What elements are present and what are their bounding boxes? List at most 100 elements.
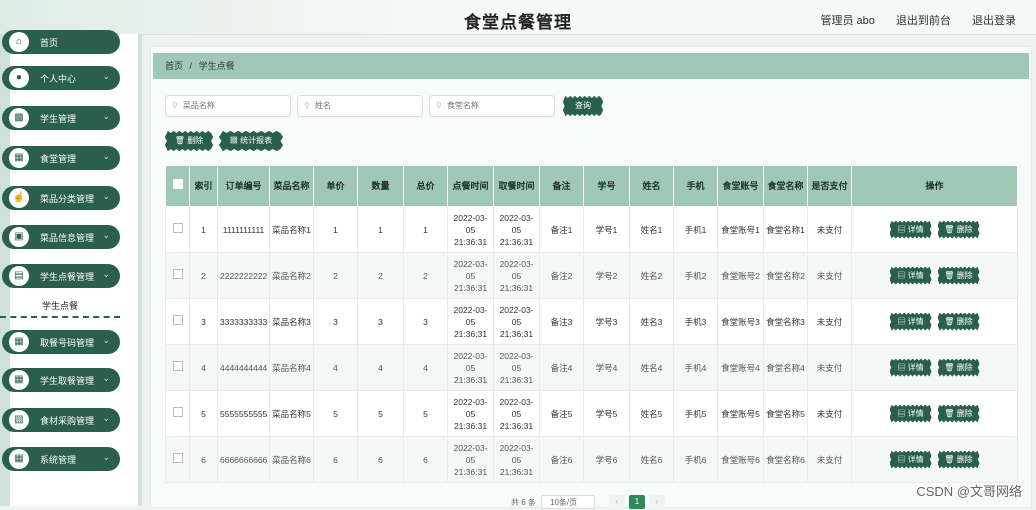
submenu-student-order[interactable]: 学生点餐 <box>0 296 120 318</box>
column-header: 食堂名称 <box>763 165 808 207</box>
detail-button[interactable]: ▤ 详情 <box>889 266 932 285</box>
table-cell: 2022-03-05 21:36:31 <box>493 298 540 345</box>
row-delete-label: 删除 <box>956 316 973 326</box>
grid-icon: ▦ <box>9 370 29 390</box>
column-header: 订单编号 <box>217 165 270 207</box>
query-button[interactable]: 查询 <box>563 96 603 116</box>
row-delete-label: 删除 <box>956 270 973 280</box>
sidebar-item-5[interactable]: ▣ 菜品信息管理 ⌄ <box>2 225 120 249</box>
sidebar-item-3[interactable]: ▦ 食堂管理 ⌄ <box>2 146 120 170</box>
table-cell: 手机1 <box>673 206 718 253</box>
trash-icon: 🗑 <box>944 454 955 464</box>
row-checkbox[interactable] <box>172 315 183 325</box>
table-cell: 食堂账号6 <box>717 436 764 483</box>
sidebar-item-10[interactable]: ▦ 系统管理 ⌄ <box>2 447 120 471</box>
chevron-down-icon: ⌄ <box>102 71 110 81</box>
next-page-button[interactable]: › <box>649 495 665 509</box>
row-checkbox[interactable] <box>172 407 183 417</box>
select-all-header[interactable] <box>165 165 190 207</box>
batch-delete-button[interactable]: 🗑 删除 <box>165 131 213 151</box>
table-cell: 手机6 <box>673 436 718 483</box>
detail-button[interactable]: ▤ 详情 <box>889 358 932 377</box>
row-actions: ▤ 详情 🗑 删除 <box>851 390 1018 437</box>
row-checkbox[interactable] <box>172 361 183 371</box>
main-panel: 首页 / 学生点餐 ⚲ ⚲ ⚲ 查询 🗑 删除 ▩ 统计报表 索引订单编号菜品名 <box>150 46 1032 509</box>
row-select-cell[interactable] <box>165 206 190 253</box>
doc-icon: ▤ <box>897 224 906 234</box>
sidebar-item-9[interactable]: ▧ 食材采购管理 ⌄ <box>2 408 120 432</box>
row-delete-button[interactable]: 🗑 删除 <box>937 312 980 331</box>
column-header: 手机 <box>673 165 718 207</box>
table-cell: 3333333333 <box>217 298 270 345</box>
sidebar-item-4[interactable]: ☝ 菜品分类管理 ⌄ <box>2 186 120 210</box>
table-cell: 6 <box>403 436 448 483</box>
table-cell: 2 <box>357 252 404 299</box>
sidebar-item-1[interactable]: ● 个人中心 ⌄ <box>2 66 120 90</box>
table-cell: 2 <box>313 252 358 299</box>
table-cell: 2022-03-05 21:36:31 <box>447 436 494 483</box>
row-actions: ▤ 详情 🗑 删除 <box>851 206 1018 253</box>
prev-page-button[interactable]: ‹ <box>609 495 625 509</box>
detail-button[interactable]: ▤ 详情 <box>889 404 932 423</box>
row-select-cell[interactable] <box>165 436 190 483</box>
detail-button[interactable]: ▤ 详情 <box>889 450 932 469</box>
table-cell: 3 <box>357 298 404 345</box>
stats-report-button[interactable]: ▩ 统计报表 <box>219 131 283 151</box>
chevron-down-icon: ⌄ <box>102 413 110 423</box>
sidebar-item-0[interactable]: ⌂ 首页 <box>2 30 120 54</box>
watermark: CSDN @文哥网络 <box>916 484 1022 499</box>
breadcrumb-home[interactable]: 首页 <box>165 61 183 71</box>
table-cell: 6 <box>313 436 358 483</box>
detail-button[interactable]: ▤ 详情 <box>889 220 932 239</box>
row-delete-button[interactable]: 🗑 删除 <box>937 450 980 469</box>
orders-table-wrap: 索引 订单编号 菜品名称 单价 数量 总价 点餐时间 取餐时间 备注 学号 姓名 手机 食堂账号 食堂名称… <box>165 165 1018 483</box>
select-all-checkbox[interactable] <box>172 179 183 189</box>
logout-link[interactable]: 退出登录 <box>972 15 1016 27</box>
table-cell: 姓名3 <box>629 298 674 345</box>
sidebar-item-8[interactable]: ▦ 学生取餐管理 ⌄ <box>2 368 120 392</box>
canteen-name-field[interactable] <box>444 100 539 111</box>
page-size-select[interactable]: 10条/页 <box>541 495 595 509</box>
row-delete-button[interactable]: 🗑 删除 <box>937 266 980 285</box>
dish-name-input[interactable]: ⚲ <box>165 95 291 117</box>
thumb-icon: ☝ <box>9 188 29 208</box>
back-to-front-link[interactable]: 退出到前台 <box>896 15 951 27</box>
row-select-cell[interactable] <box>165 298 190 345</box>
row-select-cell[interactable] <box>165 344 190 391</box>
sidebar-item-6[interactable]: ▤ 学生点餐管理 ⌄ <box>2 264 120 288</box>
table-cell: 2 <box>403 252 448 299</box>
sidebar-item-label: 学生取餐管理 <box>40 376 95 386</box>
table-cell: 6 <box>357 436 404 483</box>
table-row: 4 4444444444 菜品名称4 4 4 4 2022-03-05 21:36:31 20… <box>165 344 1018 391</box>
trash-icon: 🗑 <box>174 136 185 145</box>
table-cell: 2022-03-05 21:36:31 <box>447 252 494 299</box>
row-select-cell[interactable] <box>165 252 190 299</box>
chevron-down-icon: ⌄ <box>102 452 110 462</box>
sidebar-item-2[interactable]: ▩ 学生管理 ⌄ <box>2 106 120 130</box>
row-checkbox[interactable] <box>172 269 183 279</box>
box-icon: ▣ <box>9 227 29 247</box>
row-select-cell[interactable] <box>165 390 190 437</box>
sidebar-item-7[interactable]: ▦ 取餐号码管理 ⌄ <box>2 330 120 354</box>
chart-icon: ▩ <box>9 108 29 128</box>
detail-button[interactable]: ▤ 详情 <box>889 312 932 331</box>
row-delete-button[interactable]: 🗑 删除 <box>937 220 980 239</box>
dish-name-field[interactable] <box>180 100 275 111</box>
student-name-field[interactable] <box>312 100 407 111</box>
table-cell: 食堂名称6 <box>763 436 808 483</box>
column-header: 总价 <box>403 165 448 207</box>
row-checkbox[interactable] <box>172 223 183 233</box>
table-cell: 食堂账号4 <box>717 344 764 391</box>
row-delete-button[interactable]: 🗑 删除 <box>937 358 980 377</box>
table-cell: 未支付 <box>807 390 852 437</box>
page-number-current[interactable]: 1 <box>629 495 645 509</box>
student-name-input[interactable]: ⚲ <box>297 95 423 117</box>
table-cell: 菜品名称1 <box>269 206 314 253</box>
sidebar-item-label: 食堂管理 <box>40 154 77 164</box>
grid-icon: ▦ <box>9 332 29 352</box>
sidebar-item-label: 食材采购管理 <box>40 416 95 426</box>
table-cell: 4 <box>313 344 358 391</box>
row-checkbox[interactable] <box>172 453 183 463</box>
canteen-name-input[interactable]: ⚲ <box>429 95 555 117</box>
row-delete-button[interactable]: 🗑 删除 <box>937 404 980 423</box>
